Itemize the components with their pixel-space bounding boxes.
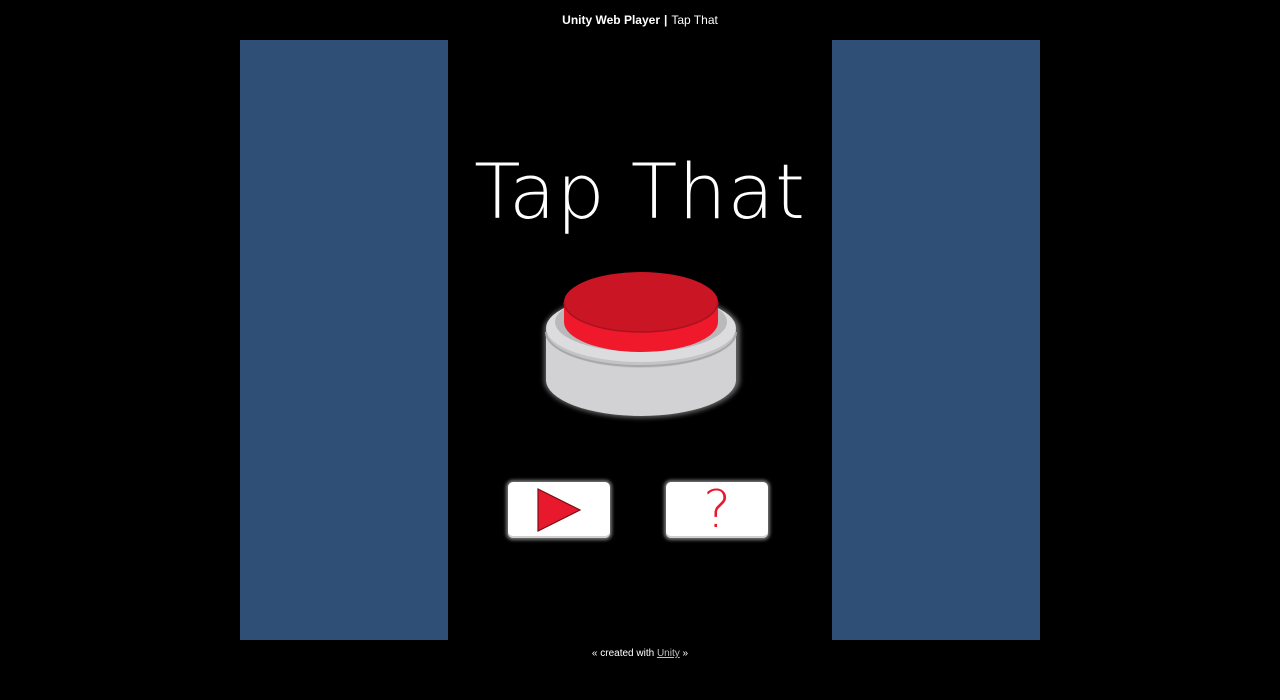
header-brand: Unity Web Player	[562, 13, 660, 27]
help-button[interactable]: ?	[666, 482, 768, 538]
header-separator: |	[663, 13, 668, 27]
page-header: Unity Web Player | Tap That	[0, 0, 1280, 40]
footer-suffix: »	[682, 648, 689, 659]
unity-player[interactable]: Tap That ?	[240, 40, 1040, 640]
footer-prefix: « created with	[591, 648, 655, 659]
game-canvas[interactable]: Tap That ?	[448, 40, 832, 640]
play-button[interactable]	[508, 482, 610, 538]
play-icon	[537, 488, 582, 532]
page-footer: « created with Unity »	[0, 648, 1280, 659]
game-title: Tap That	[474, 147, 806, 236]
question-mark-icon: ?	[703, 480, 731, 540]
unity-link[interactable]: Unity	[657, 648, 680, 659]
red-push-button-icon	[544, 272, 740, 418]
header-page-title: Tap That	[671, 13, 718, 27]
red-push-button[interactable]	[534, 262, 748, 428]
